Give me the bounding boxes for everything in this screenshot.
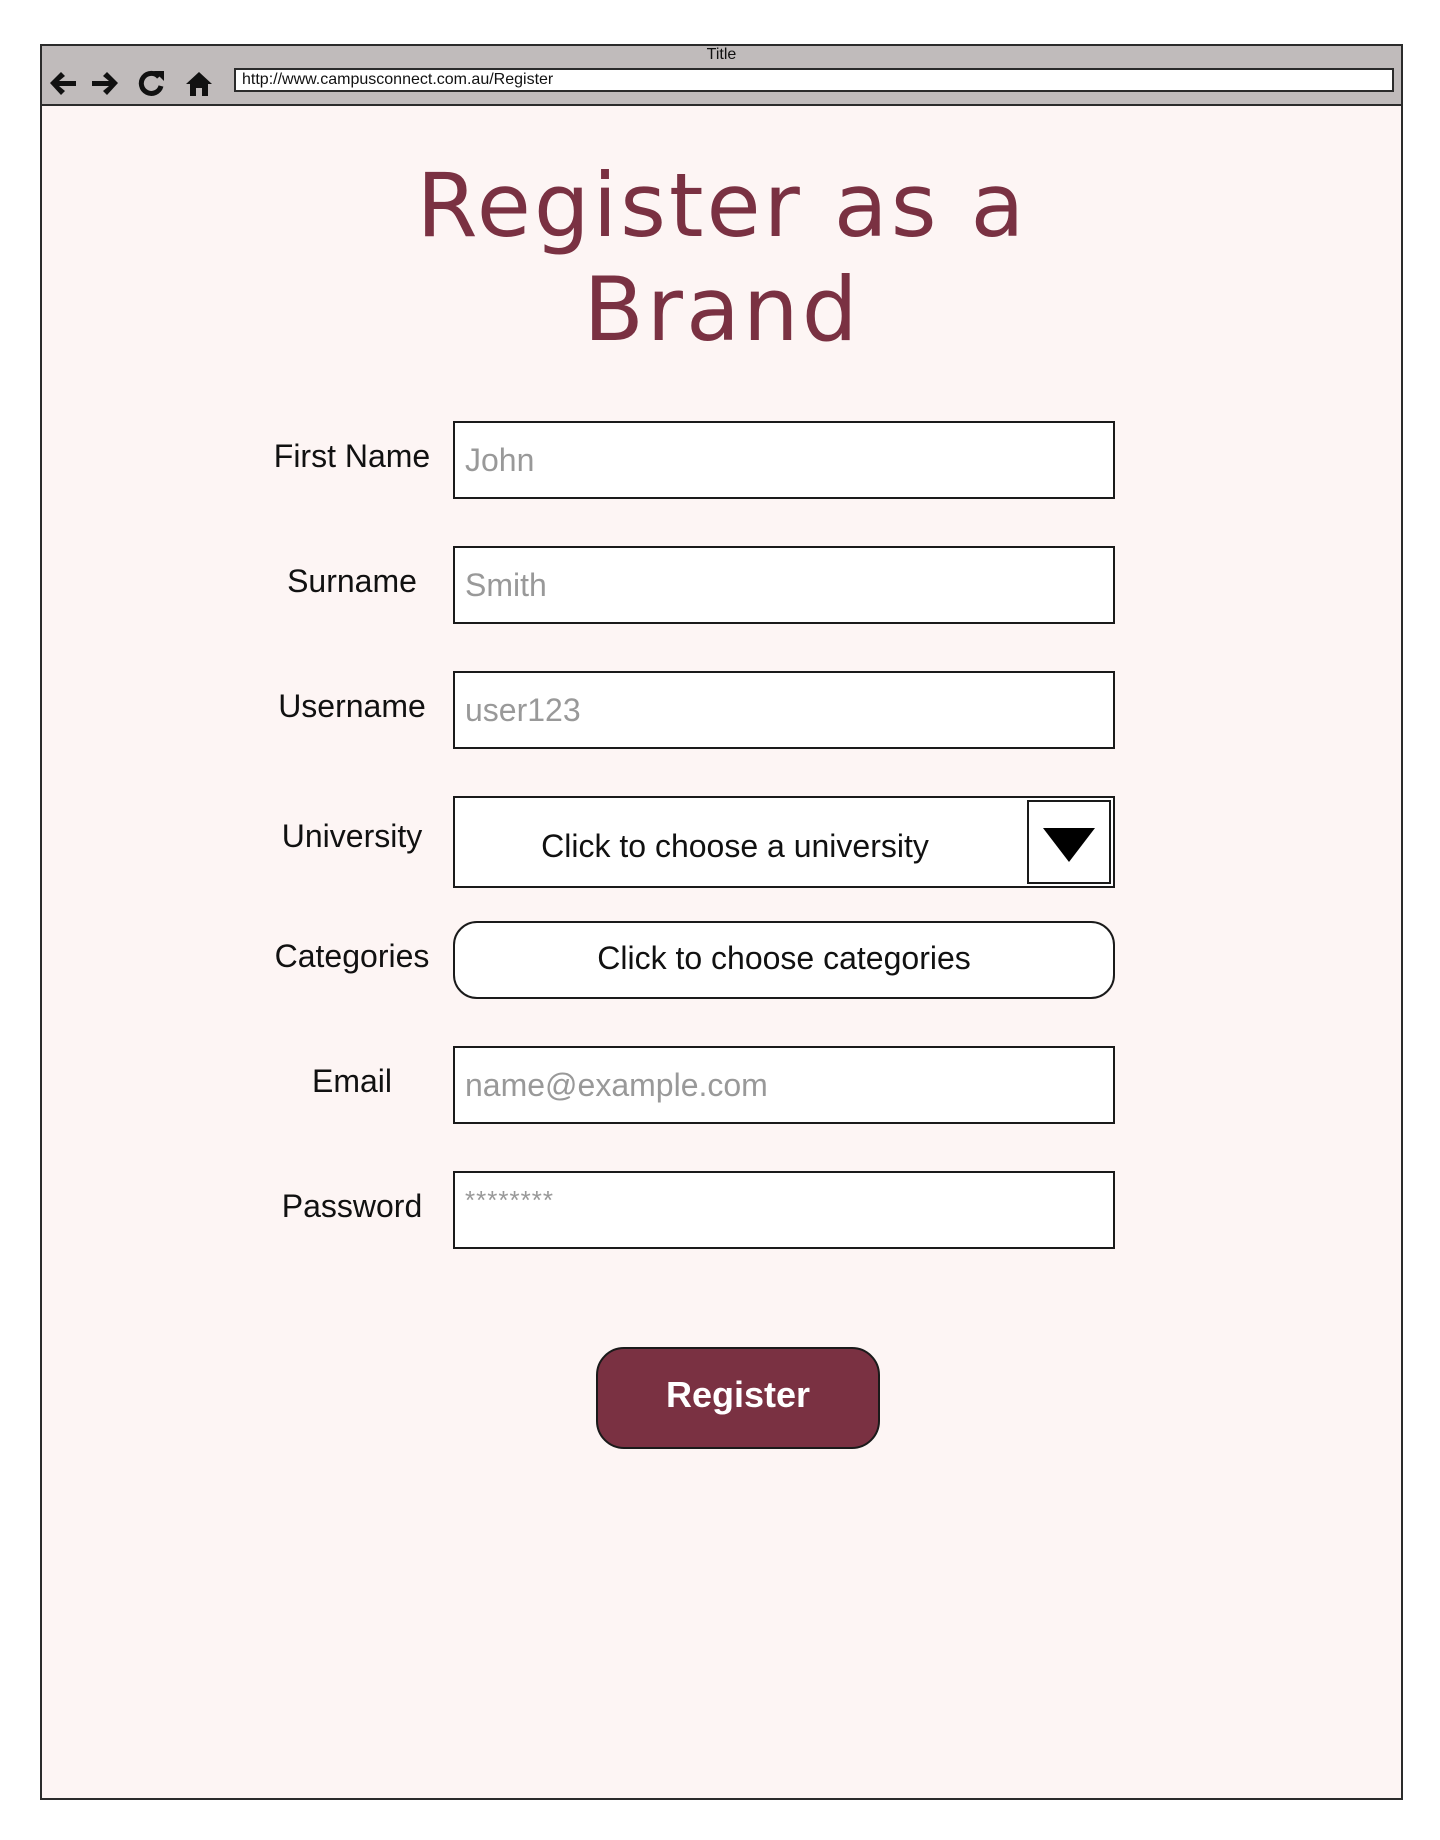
page-title-line-2: Brand [583,258,861,361]
username-label: Username [278,688,426,724]
register-button[interactable]: Register [596,1347,880,1449]
choose-categories-button[interactable]: Click to choose categories [453,921,1115,999]
forward-arrow-icon[interactable] [88,66,122,100]
surname-input[interactable] [453,546,1115,624]
dropdown-arrow-button[interactable] [1027,800,1111,884]
first-name-row: First Name [42,421,1401,499]
email-row: Email [42,1046,1401,1124]
dropdown-arrow-icon [1043,828,1095,862]
url-bar[interactable]: http://www.campusconnect.com.au/Register [234,68,1394,92]
university-select[interactable]: Click to choose a university [453,796,1115,888]
categories-row: Categories Click to choose categories [42,921,1401,999]
refresh-icon[interactable] [134,66,168,100]
browser-chrome: Title http://www.campusconnect.com.au/Re… [42,46,1401,106]
home-icon[interactable] [182,66,216,100]
password-row: Password [42,1171,1401,1249]
categories-label: Categories [274,938,430,974]
window-title: Title [706,46,737,63]
surname-row: Surname [42,546,1401,624]
username-input[interactable] [453,671,1115,749]
university-select-value: Click to choose a university [541,828,929,864]
back-arrow-icon[interactable] [46,66,80,100]
first-name-label: First Name [273,438,431,474]
email-input[interactable] [453,1046,1115,1124]
page-title-line-1: Register as a [416,154,1028,257]
browser-window: Title http://www.campusconnect.com.au/Re… [40,44,1403,1800]
university-row: University Click to choose a university [42,796,1401,888]
university-label: University [281,818,423,854]
page-title: Register as a Brand [372,154,1072,362]
email-label: Email [311,1063,392,1099]
username-row: Username [42,671,1401,749]
password-label: Password [281,1188,423,1224]
password-input[interactable] [453,1171,1115,1249]
surname-label: Surname [287,563,417,599]
first-name-input[interactable] [453,421,1115,499]
